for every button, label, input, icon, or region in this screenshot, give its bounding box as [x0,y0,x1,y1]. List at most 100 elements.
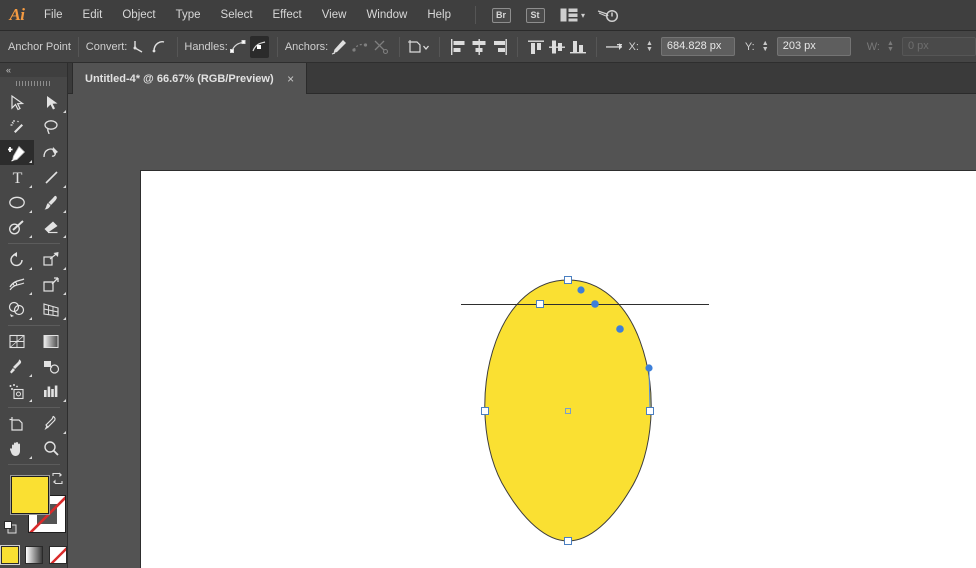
eraser-tool[interactable] [34,215,68,240]
tool-flyout-indicator [63,210,66,213]
anchor-point-guide-intersection[interactable] [536,300,544,308]
canvas-area[interactable] [68,94,976,568]
free-transform-tool[interactable] [34,272,68,297]
paintbrush-tool[interactable] [34,190,68,215]
handles-label: Handles: [184,40,228,53]
menu-window[interactable]: Window [356,0,417,31]
gradient-mode-button[interactable] [24,546,43,564]
selected-point-3[interactable] [616,325,624,333]
tool-flyout-indicator [29,185,32,188]
y-input[interactable]: 203 px [776,37,851,56]
close-icon[interactable]: × [285,73,297,85]
tool-flyout-indicator [29,235,32,238]
mesh-tool[interactable] [0,329,34,354]
stock-icon[interactable]: St [524,7,546,23]
rotate-tool[interactable] [0,247,34,272]
width-tool[interactable] [0,272,34,297]
line-segment-tool[interactable] [34,165,68,190]
default-fill-stroke-icon[interactable] [4,521,17,534]
tool-flyout-indicator [63,185,66,188]
align-left-button[interactable] [448,36,467,58]
blend-tool[interactable] [34,354,68,379]
symbol-sprayer-tool[interactable] [0,379,34,404]
lasso-tool[interactable] [34,115,68,140]
scale-tool[interactable] [34,247,68,272]
column-graph-tool[interactable] [34,379,68,404]
connect-selected-endpoints-button[interactable] [350,36,369,58]
show-handles-button[interactable] [229,36,248,58]
align-bottom-button[interactable] [569,36,588,58]
anchor-point-right[interactable] [646,407,654,415]
menu-help[interactable]: Help [417,0,461,31]
menu-edit[interactable]: Edit [73,0,113,31]
slice-tool[interactable] [34,411,68,436]
distribute-button[interactable] [604,36,623,58]
direction-handle-point[interactable] [645,364,653,372]
search-adobe-stock-icon[interactable] [597,7,619,23]
fill-stroke-controls [0,470,68,544]
collapse-panel-button[interactable]: « [0,63,67,77]
tool-flyout-indicator [63,292,66,295]
color-mode-button[interactable] [0,546,19,564]
tool-flyout-indicator [63,317,66,320]
align-top-button[interactable] [526,36,545,58]
arrange-documents-chevron-icon[interactable]: ▾ [581,11,585,20]
artboard-tool[interactable] [0,411,34,436]
add-anchor-point-tool[interactable] [0,140,34,165]
tool-flyout-indicator [63,267,66,270]
menu-select[interactable]: Select [211,0,263,31]
anchor-point-bottom[interactable] [564,537,572,545]
control-bar: Anchor Point Convert: Handles: Anchors: … [0,31,976,63]
cut-path-at-anchors-button[interactable] [371,36,390,58]
align-right-button[interactable] [490,36,509,58]
align-horizontal-center-button[interactable] [469,36,488,58]
bridge-icon[interactable]: Br [490,7,512,23]
selected-point-2[interactable] [591,300,599,308]
direct-selection-tool[interactable] [34,90,68,115]
anchor-point-left[interactable] [481,407,489,415]
anchor-point-top[interactable] [564,276,572,284]
x-input[interactable]: 684.828 px [660,37,735,56]
shape-builder-tool[interactable] [0,297,34,322]
type-tool[interactable]: T [0,165,34,190]
zoom-tool[interactable] [34,436,68,461]
gradient-tool[interactable] [34,329,68,354]
selection-tool[interactable] [0,90,34,115]
w-label: W: [866,40,880,53]
menu-view[interactable]: View [312,0,357,31]
isolate-selected-object-button[interactable] [407,36,431,58]
align-vertical-center-button[interactable] [547,36,566,58]
selected-point-1[interactable] [577,286,585,294]
eyedropper-tool[interactable] [0,354,34,379]
swap-fill-stroke-icon[interactable] [51,472,64,485]
curvature-tool[interactable] [34,140,68,165]
hide-handles-button[interactable] [249,35,270,58]
menu-object[interactable]: Object [112,0,165,31]
tool-flyout-indicator [63,399,66,402]
convert-to-smooth-button[interactable] [149,36,168,58]
menubar-divider [475,6,476,24]
tool-flyout-indicator [63,110,66,113]
svg-text:T: T [12,170,22,186]
remove-selected-anchors-button[interactable] [329,36,348,58]
artwork-layer[interactable] [68,94,976,568]
panel-drag-handle[interactable] [0,77,67,90]
tool-flyout-indicator [29,374,32,377]
tool-divider-4 [0,461,68,468]
document-tab[interactable]: Untitled-4* @ 66.67% (RGB/Preview) × [72,63,307,94]
menu-file[interactable]: File [34,0,73,31]
perspective-grid-tool[interactable] [34,297,68,322]
convert-to-corner-button[interactable] [128,36,147,58]
x-stepper[interactable]: ▲ ▼ [643,40,656,53]
arrange-documents-icon[interactable]: ▾ [560,8,585,22]
magic-wand-tool[interactable] [0,115,34,140]
menu-effect[interactable]: Effect [263,0,312,31]
shaper-tool[interactable] [0,215,34,240]
menu-type[interactable]: Type [166,0,211,31]
fill-swatch[interactable] [11,476,49,514]
y-stepper[interactable]: ▲ ▼ [759,40,772,53]
ellipse-tool[interactable] [0,190,34,215]
hand-tool[interactable] [0,436,34,461]
egg-path[interactable] [484,279,652,542]
none-mode-button[interactable] [48,546,67,564]
